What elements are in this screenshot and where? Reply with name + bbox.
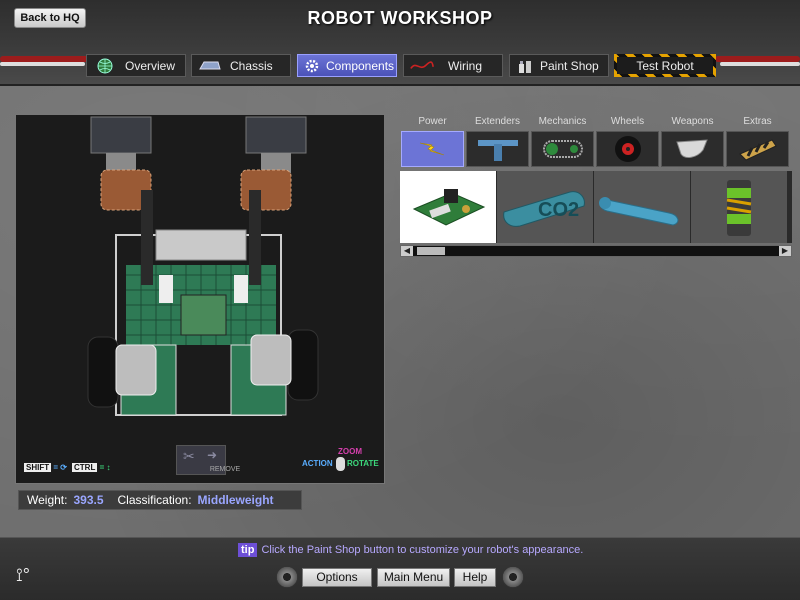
components-panel: Power Extenders Mechanics Wheels Weapons… [400, 115, 792, 259]
wheel-icon [614, 136, 641, 162]
scroll-thumb[interactable] [417, 247, 445, 255]
battery-icon [726, 180, 752, 236]
weight-label: Weight: [27, 493, 68, 507]
robot-model[interactable] [16, 115, 384, 483]
tab-chassis[interactable]: Chassis [191, 54, 291, 77]
component-circuit-board[interactable] [400, 171, 496, 243]
circuit-board-icon [412, 189, 486, 226]
help-button[interactable]: Help [454, 568, 496, 587]
classification-value: Middleweight [197, 493, 274, 507]
page-title: ROBOT WORKSHOP [307, 8, 493, 28]
svg-text:CO2: CO2 [538, 199, 579, 221]
decorative-cable [0, 62, 85, 66]
tip-badge: tip [238, 543, 258, 557]
gear-icon [304, 58, 320, 74]
robot-stats-bar: Weight: 393.5 Classification: Middleweig… [18, 490, 302, 510]
tab-label: Wiring [448, 58, 483, 73]
component-co2-tank[interactable]: CO2 [497, 171, 593, 243]
category-extenders[interactable]: Extenders [465, 115, 530, 169]
components-scrollbar[interactable]: ◀ ▶ [400, 245, 792, 257]
scroll-right-icon[interactable]: ▶ [779, 246, 791, 256]
tab-label: Test Robot [636, 58, 694, 73]
remove-button[interactable]: ✂ ➜ REMOVE [176, 445, 240, 475]
options-button[interactable]: Options [302, 568, 372, 587]
shift-rotate-hint: SHIFT = ⟳ [24, 463, 67, 472]
category-power[interactable]: Power [400, 115, 465, 169]
tab-label: Components [326, 58, 395, 73]
tab-components[interactable]: Components [297, 54, 397, 77]
tab-overview[interactable]: Overview [86, 54, 186, 77]
tab-label: Chassis [230, 58, 273, 73]
tab-paint-shop[interactable]: Paint Shop [509, 54, 609, 77]
tip-text: Click the Paint Shop button to customize… [261, 544, 584, 556]
component-blue-cylinder[interactable] [594, 171, 690, 243]
gear-decoration-icon [276, 566, 298, 588]
ctrl-move-hint: CTRL = ↕ [72, 463, 111, 472]
co2-tank-icon: CO2 [503, 191, 585, 227]
armor-plate-icon [738, 139, 777, 161]
scroll-left-icon[interactable]: ◀ [401, 246, 413, 256]
main-menu-button[interactable]: Main Menu [377, 568, 450, 587]
category-extras[interactable]: Extras [725, 115, 790, 169]
t-bar-icon [477, 140, 518, 161]
wrench-icon: ✂ [183, 448, 195, 464]
component-items-row: CO2 [400, 171, 792, 243]
robot-viewport[interactable]: SHIFT = ⟳ CTRL = ↕ ✂ ➜ REMOVE ZOOM ACTIO… [15, 114, 385, 484]
paint-icon [516, 58, 534, 74]
gear-decoration-icon [502, 566, 524, 588]
tip-message: tip Click the Paint Shop button to custo… [238, 543, 583, 557]
tab-wiring[interactable]: Wiring [403, 54, 503, 77]
category-mechanics[interactable]: Mechanics [530, 115, 595, 169]
tab-label: Paint Shop [540, 58, 599, 73]
plow-icon [675, 139, 708, 158]
game-logo: ⟟° [16, 565, 30, 585]
category-weapons[interactable]: Weapons [660, 115, 725, 169]
lightning-icon [419, 142, 444, 156]
globe-icon [93, 58, 117, 74]
category-row: Power Extenders Mechanics Wheels Weapons… [400, 115, 792, 169]
category-wheels[interactable]: Wheels [595, 115, 660, 169]
classification-label: Classification: [117, 493, 192, 507]
arrow-right-icon: ➜ [207, 448, 218, 462]
wire-icon [410, 58, 434, 74]
chain-icon [542, 140, 583, 158]
mouse-icon [336, 457, 345, 471]
component-battery-pack[interactable] [691, 171, 787, 243]
chassis-icon [198, 58, 222, 74]
tab-label: Overview [125, 58, 176, 73]
blue-cylinder-icon [599, 197, 679, 226]
decorative-cable [720, 62, 800, 66]
weight-value: 393.5 [73, 493, 104, 507]
test-robot-button[interactable]: Test Robot [614, 54, 716, 77]
